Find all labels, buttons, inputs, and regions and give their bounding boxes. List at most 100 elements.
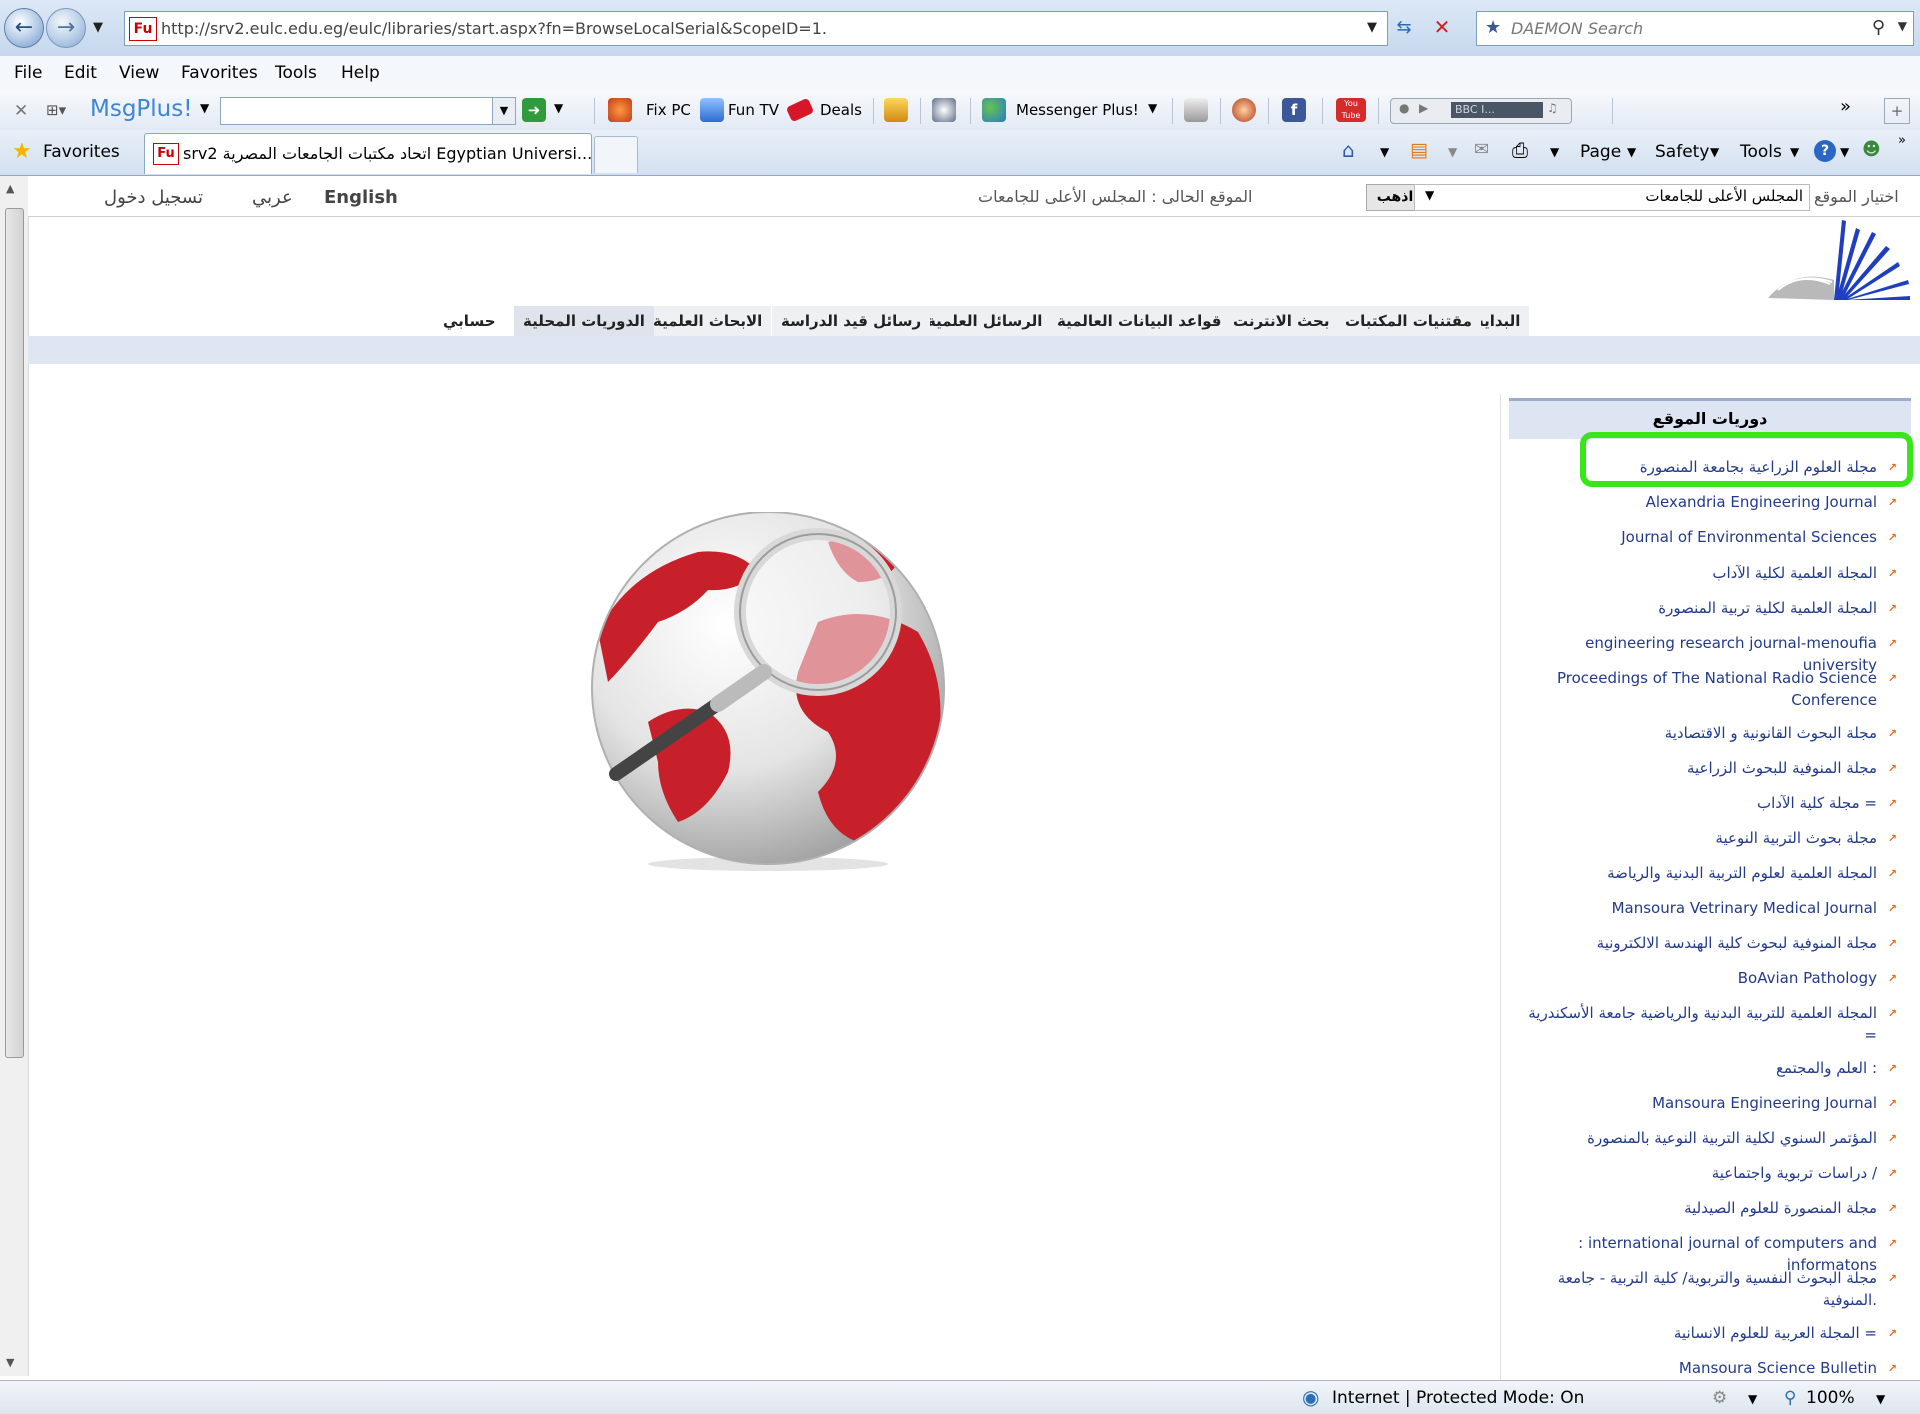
nav-tab-library-holdings[interactable]: مقتنيات المكتبات — [1336, 306, 1481, 336]
go-dropdown-icon[interactable]: ▼ — [554, 101, 563, 115]
tools-menu-dropdown-icon[interactable]: ▼ — [1790, 145, 1799, 159]
play-icon[interactable]: ▶ — [1419, 101, 1428, 115]
recent-pages-dropdown-icon[interactable]: ▼ — [86, 11, 110, 44]
radio-station-select[interactable]: BBC I... — [1451, 102, 1543, 118]
periodical-link[interactable]: BoAvian Pathology ↗ — [1511, 967, 1897, 989]
arabic-link[interactable]: عربي — [252, 187, 293, 208]
periodical-link[interactable]: مجلة بحوث التربية النوعية ↗ — [1511, 827, 1897, 849]
menu-tools[interactable]: Tools — [275, 63, 317, 83]
print-dropdown-icon[interactable]: ▼ — [1550, 145, 1559, 159]
url-text[interactable]: http://srv2.eulc.edu.eg/eulc/libraries/s… — [161, 19, 827, 38]
go-arrow-icon[interactable]: ➜ — [522, 98, 546, 122]
home-icon[interactable]: ⌂ — [1342, 138, 1355, 162]
page-menu[interactable]: Page — [1580, 142, 1621, 162]
avatar-icon[interactable] — [1232, 98, 1256, 122]
forward-button[interactable]: → — [46, 8, 86, 48]
periodical-link[interactable]: : international journal of computers and… — [1511, 1232, 1897, 1274]
messenger-dropdown-icon[interactable]: ▼ — [1148, 101, 1157, 115]
fix-pc-button[interactable]: Fix PC — [646, 101, 691, 119]
search-options-dropdown-icon[interactable]: ▼ — [1898, 19, 1907, 33]
add-toolbar-icon[interactable]: + — [1884, 98, 1910, 124]
menu-view[interactable]: View — [119, 63, 159, 83]
zoom-dropdown-icon[interactable]: ▼ — [1876, 1392, 1885, 1406]
periodical-link[interactable]: المؤتمر السنوي لكلية التربية النوعية بال… — [1511, 1127, 1897, 1149]
nav-tab-local-periodicals[interactable]: الدوريات المحلية — [514, 306, 654, 336]
stop-icon[interactable]: ✕ — [1430, 11, 1454, 44]
menu-edit[interactable]: Edit — [64, 63, 97, 83]
nav-tab-theses-in-progress[interactable]: رسائل قيد الدراسة — [772, 306, 931, 336]
menu-file[interactable]: File — [14, 63, 42, 83]
notes-icon[interactable] — [884, 98, 908, 122]
toolbar-search-dropdown-icon[interactable]: ▼ — [492, 98, 515, 124]
periodical-link[interactable]: المجلة العلمية للتربية البدنية والرياضية… — [1511, 1002, 1897, 1046]
help-icon[interactable]: ? — [1814, 140, 1836, 162]
vertical-scrollbar[interactable]: ▲ ▼ — [0, 176, 29, 1376]
page-menu-dropdown-icon[interactable]: ▼ — [1627, 145, 1636, 159]
periodical-link[interactable]: Proceedings of The National Radio Scienc… — [1511, 667, 1897, 711]
scrollbar-thumb[interactable] — [5, 208, 24, 1058]
prev-track-icon[interactable]: ● — [1399, 101, 1409, 115]
periodical-link[interactable]: مجلة البحوث النفسية والتربوية/ كلية التر… — [1511, 1267, 1897, 1311]
periodical-link[interactable]: المجلة العلمية لكلية تربية المنصورة ↗ — [1511, 597, 1897, 619]
periodical-link[interactable]: مجلة كلية الآداب = ↗ — [1511, 792, 1897, 814]
search-box[interactable]: ★ DAEMON Search ⚲ ▼ — [1476, 11, 1914, 46]
tools-menu[interactable]: Tools — [1740, 142, 1782, 162]
youtube-icon[interactable]: You Tube — [1336, 98, 1366, 122]
favorites-button[interactable]: Favorites — [43, 142, 120, 162]
deals-button[interactable]: Deals — [820, 101, 862, 119]
speaker-icon[interactable] — [932, 98, 956, 122]
nav-tab-research[interactable]: الابحاث العلمية — [644, 306, 772, 336]
zoom-level[interactable]: 100% — [1806, 1388, 1855, 1408]
periodical-link[interactable]: Mansoura Engineering Journal ↗ — [1511, 1092, 1897, 1114]
protected-mode-icon[interactable]: ⚙ — [1712, 1388, 1727, 1408]
safety-menu-dropdown-icon[interactable]: ▼ — [1710, 145, 1719, 159]
nav-tab-global-databases[interactable]: قواعد البيانات العالمية — [1048, 306, 1231, 336]
feeds-icon[interactable]: ▤ — [1410, 139, 1428, 161]
periodical-link[interactable]: Journal of Environmental Sciences ↗ — [1511, 526, 1897, 548]
nav-tab-my-account[interactable]: حسابي — [434, 306, 505, 336]
periodical-link[interactable]: engineering research journal-menoufia un… — [1511, 632, 1897, 674]
fun-tv-button[interactable]: Fun TV — [728, 101, 779, 119]
read-mail-icon[interactable]: ✉ — [1474, 139, 1489, 160]
periodical-link[interactable]: مجلة المنصورة للعلوم الصيدلية ↗ — [1511, 1197, 1897, 1219]
security-zone-text[interactable]: Internet | Protected Mode: On — [1332, 1388, 1584, 1408]
print-icon[interactable]: ⎙ — [1512, 138, 1528, 162]
login-link[interactable]: تسجيل دخول — [104, 187, 203, 208]
toolbar-overflow-button[interactable]: » — [1840, 96, 1851, 117]
periodical-link[interactable]: المجلة العلمية لعلوم التربية البدنية وال… — [1511, 862, 1897, 884]
nav-tab-internet-search[interactable]: بحث الانترنت — [1224, 306, 1339, 336]
facebook-icon[interactable]: f — [1282, 98, 1306, 122]
msgplus-dropdown-icon[interactable]: ▼ — [200, 101, 209, 115]
toolbar-menu-icon[interactable]: ⊞▾ — [46, 101, 66, 119]
command-overflow-icon[interactable]: » — [1898, 133, 1906, 148]
address-dropdown-icon[interactable]: ▼ — [1360, 11, 1384, 44]
browser-tab-active[interactable]: Fu srv2 اتحاد مكتبات الجامعات المصرية Eg… — [144, 133, 592, 174]
toolbar-search-input[interactable]: ▼ — [220, 97, 516, 125]
refresh-icon[interactable]: ⇆ — [1392, 11, 1416, 44]
back-button[interactable]: ← — [4, 8, 44, 48]
magnifier-icon[interactable]: ⚲ — [1872, 17, 1885, 38]
volume-icon[interactable]: ♫ — [1547, 101, 1558, 115]
periodical-link[interactable]: مجلة البحوث القانونية و الاقتصادية ↗ — [1511, 722, 1897, 744]
feeds-dropdown-icon[interactable]: ▼ — [1448, 145, 1457, 159]
address-bar[interactable]: Fu http://srv2.eulc.edu.eg/eulc/librarie… — [124, 11, 1388, 46]
menu-help[interactable]: Help — [341, 63, 380, 83]
periodical-link[interactable]: Mansoura Science Bulletin ↗ — [1511, 1357, 1897, 1379]
periodical-link[interactable]: Mansoura Vetrinary Medical Journal ↗ — [1511, 897, 1897, 919]
nav-tab-theses[interactable]: الرسائل العلمية — [918, 306, 1052, 336]
periodical-link[interactable]: المجلة العربية للعلوم الانسانية = ↗ — [1511, 1322, 1897, 1344]
scroll-up-icon[interactable]: ▲ — [6, 182, 14, 195]
periodical-link[interactable]: مجلة المنوفية لبحوث كلية الهندسة الالكتر… — [1511, 932, 1897, 954]
scroll-down-icon[interactable]: ▼ — [6, 1356, 14, 1369]
safety-menu[interactable]: Safety — [1655, 142, 1709, 162]
home-dropdown-icon[interactable]: ▼ — [1380, 145, 1389, 159]
site-select[interactable]: ▼ المجلس الأعلى للجامعات — [1414, 184, 1810, 211]
periodical-link[interactable]: المجلة العلمية لكلية الآداب ↗ — [1511, 562, 1897, 584]
menu-favorites[interactable]: Favorites — [181, 63, 258, 83]
periodical-link[interactable]: دراسات تربوية واجتماعية / ↗ — [1511, 1162, 1897, 1184]
periodical-link[interactable]: Alexandria Engineering Journal ↗ — [1511, 491, 1897, 513]
english-link[interactable]: English — [324, 187, 398, 208]
game-icon[interactable] — [1184, 98, 1208, 122]
help-dropdown-icon[interactable]: ▼ — [1840, 145, 1849, 159]
close-toolbar-icon[interactable]: ✕ — [14, 101, 28, 121]
